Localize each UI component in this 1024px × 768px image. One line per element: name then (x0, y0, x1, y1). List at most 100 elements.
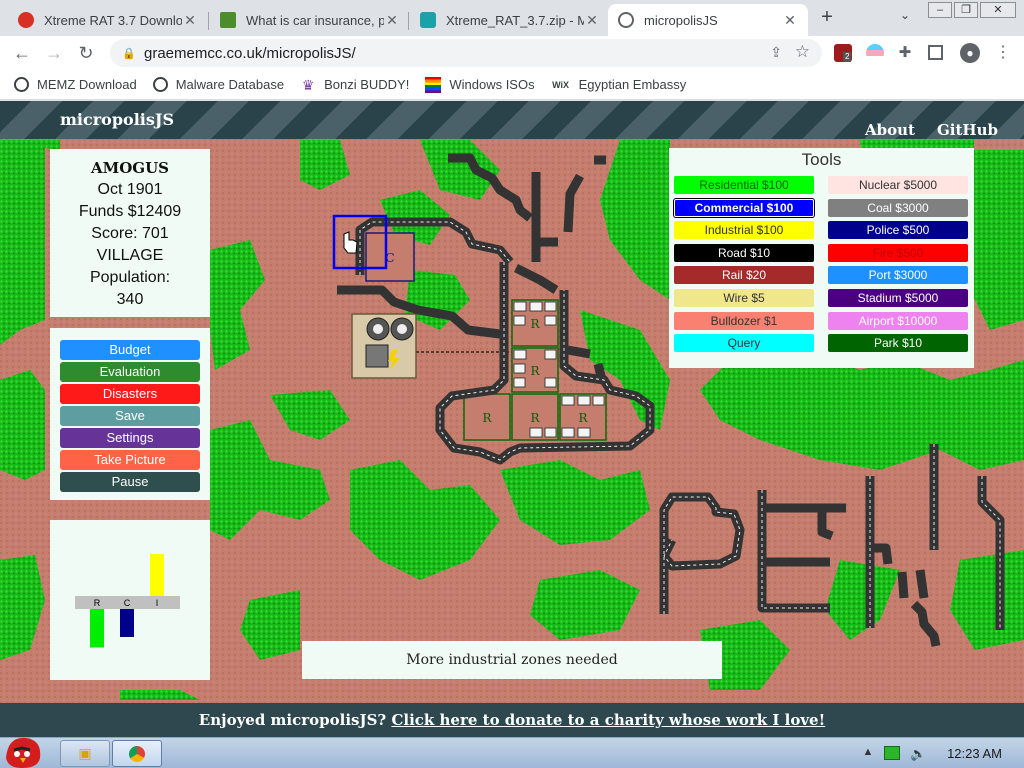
population-label: Population: (89, 269, 171, 286)
donate-link[interactable]: Click here to donate to a charity whose … (391, 711, 825, 729)
settings-button[interactable]: Settings (60, 428, 200, 448)
rci-bar-i (150, 554, 164, 596)
side-panel-icon[interactable] (928, 45, 943, 60)
windows-taskbar: ▣ ▲ 🔈 12:23 AM (0, 737, 1024, 768)
back-icon[interactable]: ← (10, 41, 34, 65)
bookmarks-bar: MEMZ Download Malware Database ♛ Bonzi B… (0, 70, 1024, 100)
volume-icon[interactable]: 🔈 (910, 746, 926, 761)
tab-title: micropolisJS (644, 12, 718, 28)
tool-park-button[interactable]: Park $10 (828, 334, 968, 353)
forward-icon[interactable]: → (42, 41, 66, 65)
taskbar-explorer[interactable]: ▣ (60, 740, 110, 767)
network-icon[interactable] (884, 746, 900, 760)
site-logo[interactable]: micropolisJS (60, 110, 174, 129)
pause-button[interactable]: Pause (60, 472, 200, 492)
about-link[interactable]: About (865, 121, 915, 139)
restore-icon[interactable]: ❐ (954, 2, 978, 18)
puzzle-icon[interactable]: ✚ (896, 44, 914, 62)
tab-favicon-icon (420, 12, 436, 28)
taskbar-clock[interactable]: 12:23 AM (947, 746, 1002, 761)
game-menu-panel: Budget Evaluation Disasters Save Setting… (50, 328, 210, 500)
tab-xtreme-rat-download[interactable]: Xtreme RAT 3.7 Downlo ✕ (8, 4, 208, 36)
chevron-down-icon[interactable]: ⌄ (896, 8, 914, 26)
minimize-icon[interactable]: – (928, 2, 952, 18)
bookmark-label: Malware Database (175, 77, 285, 92)
reload-icon[interactable]: ↻ (74, 41, 98, 65)
tab-xtreme-rat-zip[interactable]: Xtreme_RAT_3.7.zip - M ✕ (410, 4, 610, 36)
bookmark-egyptian-embassy[interactable]: WiX Egyptian Embassy (551, 77, 686, 93)
globe-icon (618, 12, 634, 28)
address-bar[interactable]: 🔒 graememcc.co.uk/micropolisJS/ ⇪ ☆ (110, 39, 822, 67)
tool-road-button[interactable]: Road $10 (674, 243, 814, 262)
kebab-menu-icon[interactable]: ⋮ (994, 44, 1012, 62)
tab-micropolisjs[interactable]: micropolisJS ✕ (608, 4, 808, 36)
close-icon[interactable]: ✕ (182, 12, 198, 29)
rci-demand-panel: RCI (50, 520, 210, 680)
flag-extension-icon[interactable] (866, 44, 884, 62)
tool-wire-button[interactable]: Wire $5 (674, 289, 814, 307)
ublock-extension-icon[interactable]: 2 (834, 44, 852, 62)
tool-stadium-button[interactable]: Stadium $5000 (828, 289, 968, 307)
star-icon[interactable]: ☆ (795, 42, 810, 62)
tool-port-button[interactable]: Port $3000 (828, 266, 968, 285)
rci-label-c: C (124, 598, 131, 608)
tool-police-button[interactable]: Police $500 (828, 221, 968, 240)
evaluation-button[interactable]: Evaluation (60, 362, 200, 382)
budget-button[interactable]: Budget (60, 340, 200, 360)
take-picture-button[interactable]: Take Picture (60, 450, 200, 470)
share-icon[interactable]: ⇪ (770, 44, 782, 61)
disasters-button[interactable]: Disasters (60, 384, 200, 404)
tab-title: Xtreme_RAT_3.7.zip - M (446, 12, 584, 28)
tool-airport-button[interactable]: Airport $10000 (828, 311, 968, 330)
tab-title: Xtreme RAT 3.7 Downlo (44, 12, 182, 28)
url-text[interactable]: graememcc.co.uk/micropolisJS/ (144, 45, 356, 62)
zone-letter-r: R (530, 317, 540, 331)
tool-industrial-button[interactable]: Industrial $100 (674, 221, 814, 240)
tool-query-button[interactable]: Query (674, 334, 814, 353)
wix-icon: WiX (552, 79, 570, 90)
tool-coal-button[interactable]: Coal $3000 (828, 198, 968, 217)
globe-icon (152, 77, 168, 92)
rci-label-r: R (94, 598, 101, 608)
close-icon[interactable]: ✕ (384, 12, 400, 29)
close-window-icon[interactable]: ✕ (980, 2, 1016, 18)
browser-toolbar: ← → ↻ 🔒 graememcc.co.uk/micropolisJS/ ⇪ … (0, 36, 1024, 70)
bookmark-windows-isos[interactable]: Windows ISOs (425, 76, 535, 93)
zone-letter-r: R (578, 411, 588, 425)
tab-car-insurance[interactable]: What is car insurance, p ✕ (210, 4, 410, 36)
coal-power-plant[interactable] (351, 313, 417, 379)
rci-label-i: I (156, 598, 159, 608)
tab-divider (208, 12, 209, 30)
bookmark-bonzi-buddy[interactable]: ♛ Bonzi BUDDY! (300, 77, 410, 93)
angry-bird-start-icon[interactable] (0, 730, 46, 768)
bookmark-label: MEMZ Download (37, 77, 137, 92)
profile-avatar[interactable]: ● (960, 43, 980, 63)
tool-bulldozer-button[interactable]: Bulldozer $1 (674, 311, 814, 330)
tool-residential-button[interactable]: Residential $100 (674, 176, 814, 194)
funds-display: Funds $12409 (78, 203, 182, 220)
chrome-icon (129, 746, 145, 762)
save-button[interactable]: Save (60, 406, 200, 426)
tool-fire-button[interactable]: Fire $500 (828, 243, 968, 262)
new-tab-icon[interactable]: + (816, 6, 838, 28)
github-link[interactable]: GitHub (937, 121, 998, 139)
bookmark-label: Bonzi BUDDY! (324, 77, 410, 92)
taskbar-chrome[interactable] (112, 740, 162, 767)
close-icon[interactable]: ✕ (782, 12, 798, 29)
lock-icon: 🔒 (122, 47, 136, 60)
population-value: 340 (116, 291, 144, 308)
zone-letter-r: R (530, 364, 540, 378)
tray-expand-icon[interactable]: ▲ (860, 746, 876, 760)
bookmark-memz-download[interactable]: MEMZ Download (14, 77, 137, 92)
zone-letter-r: R (482, 411, 492, 425)
extension-badge: 2 (843, 52, 852, 62)
tool-rail-button[interactable]: Rail $20 (674, 266, 814, 285)
tab-divider (408, 12, 409, 30)
tool-nuclear-button[interactable]: Nuclear $5000 (828, 176, 968, 194)
tool-commercial-button[interactable]: Commercial $100 (674, 198, 814, 217)
tab-title: What is car insurance, p (246, 12, 384, 28)
tools-panel: Tools Residential $100 Commercial $100 Ind… (669, 148, 974, 368)
site-header: micropolisJS About GitHub (0, 101, 1024, 139)
close-icon[interactable]: ✕ (584, 12, 600, 29)
bookmark-malware-database[interactable]: Malware Database (152, 77, 285, 92)
